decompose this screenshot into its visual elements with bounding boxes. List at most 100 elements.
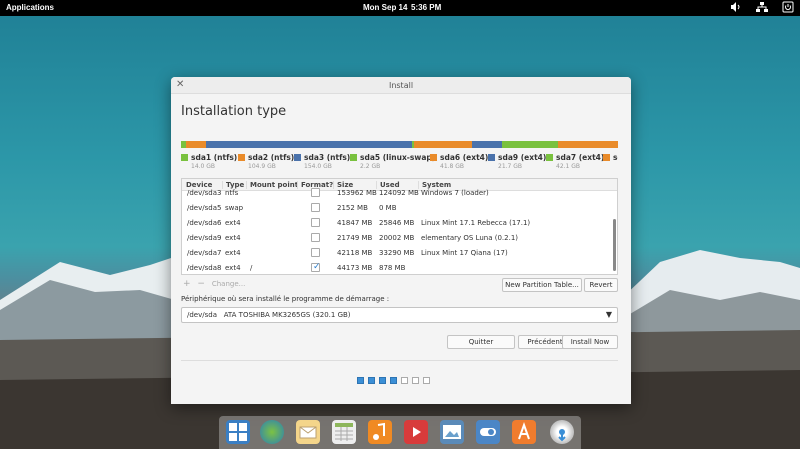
cell-size: 42118 MB [337,249,373,257]
remove-partition-button[interactable]: − [197,279,205,289]
cell-type: ntfs [225,189,239,197]
cell-used: 0 MB [379,204,397,212]
app-center-icon[interactable] [512,420,536,444]
calendar-icon[interactable] [332,420,356,444]
format-checkbox[interactable] [311,233,320,242]
cell-device: /dev/sda9 [187,234,222,242]
legend-size: 154.0 GB [304,163,332,170]
add-partition-button[interactable]: + [183,279,191,289]
applications-menu[interactable]: Applications [6,3,54,12]
cell-device: /dev/sda7 [187,249,222,257]
window-title: Install [388,81,414,90]
legend-name: sda1 (ntfs) [191,153,238,162]
cell-system: Linux Mint 17 Qiana (17) [421,249,508,257]
legend-size: 42.1 GB [556,163,581,170]
cell-size: 21749 MB [337,234,373,242]
step-indicator [368,377,375,384]
format-checkbox[interactable] [311,262,321,272]
legend-name: sda3 (ntfs) [304,153,351,162]
settings-icon[interactable] [476,420,500,444]
boot-device-value: /dev/sda ATA TOSHIBA MK3265GS (320.1 GB) [187,311,351,319]
photos-icon[interactable] [440,420,464,444]
power-icon[interactable] [782,1,794,14]
cell-type: ext4 [225,234,241,242]
music-icon[interactable] [368,420,392,444]
boot-loader-label: Périphérique où sera installé le program… [181,295,390,303]
partition-table[interactable]: Device Type Mount point Format? Size Use… [181,178,618,275]
partition-segment [558,141,618,148]
install-now-button[interactable]: Install Now [562,335,618,349]
chevron-down-icon: ▼ [605,310,612,319]
partition-segment [206,141,412,148]
multitasking-view-icon[interactable] [226,420,250,444]
legend-swatch [488,154,495,161]
cell-type: swap [225,204,244,212]
cell-size: 41847 MB [337,219,373,227]
step-indicator [401,377,408,384]
legend-name: sda9 (ext4) [498,153,547,162]
table-row[interactable]: /dev/sda6 ext4 41847 MB 25846 MB Linux M… [182,216,612,231]
step-indicator [423,377,430,384]
page-title: Installation type [181,104,287,119]
partition-bar [181,141,618,148]
table-row[interactable]: /dev/sda8 ext4 / 44173 MB 878 MB [182,261,612,274]
format-checkbox[interactable] [311,248,320,257]
partition-segment [472,141,502,148]
videos-icon[interactable] [404,420,428,444]
cell-device: /dev/sda5 [187,204,222,212]
quit-button[interactable]: Quitter [447,335,515,349]
cell-used: 878 MB [379,264,406,272]
legend-size: 104.9 GB [248,163,276,170]
boot-device-path: /dev/sda [187,311,217,319]
cell-system: Windows 7 (loader) [421,189,489,197]
format-checkbox[interactable] [311,203,320,212]
partition-segment [502,141,558,148]
cell-type: ext4 [225,219,241,227]
web-browser-icon[interactable] [260,420,284,444]
legend-size: 2.2 GB [360,163,381,170]
legend-swatch [238,154,245,161]
cell-device: /dev/sda6 [187,219,222,227]
format-checkbox[interactable] [311,188,320,197]
legend-name: sda5 (linux-swap) [360,153,436,162]
legend-name: sda7 (ext4) [556,153,605,162]
cell-size: 44173 MB [337,264,373,272]
top-panel: Applications Mon Sep 14 5:36 PM [0,0,800,16]
legend-swatch [350,154,357,161]
legend-swatch [546,154,553,161]
cell-mount: / [250,264,253,272]
panel-time[interactable]: 5:36 PM [411,3,441,12]
legend-swatch [294,154,301,161]
boot-device-description: ATA TOSHIBA MK3265GS (320.1 GB) [223,311,351,319]
cell-used: 33290 MB [379,249,415,257]
legend-swatch [430,154,437,161]
step-indicator [379,377,386,384]
format-checkbox[interactable] [311,218,320,227]
boot-device-select[interactable]: /dev/sda ATA TOSHIBA MK3265GS (320.1 GB)… [181,307,618,323]
installer-window: ✕ Install Installation type sda1 (ntfs) … [171,77,631,404]
table-row[interactable]: /dev/sda3 ntfs 153962 MB 124092 MB Windo… [182,186,612,201]
network-icon[interactable] [756,1,768,14]
new-partition-table-button[interactable]: New Partition Table... [502,278,582,292]
table-row[interactable]: /dev/sda9 ext4 21749 MB 20002 MB element… [182,231,612,246]
step-indicator [412,377,419,384]
step-indicator [390,377,397,384]
partition-tools: + − Change... [183,279,245,289]
progress-steps [357,377,430,384]
change-partition-button[interactable]: Change... [212,280,245,288]
cell-size: 2152 MB [337,204,368,212]
cell-device: /dev/sda3 [187,189,222,197]
volume-icon[interactable] [730,1,742,14]
table-scrollbar[interactable] [613,219,616,271]
partition-segment [186,141,206,148]
revert-button[interactable]: Revert [584,278,618,292]
install-icon[interactable] [550,420,574,444]
cell-system: elementary OS Luna (0.2.1) [421,234,519,242]
panel-date[interactable]: Mon Sep 14 [363,3,407,12]
cell-system: Linux Mint 17.1 Rebecca (17.1) [421,219,531,227]
table-row[interactable]: /dev/sda7 ext4 42118 MB 33290 MB Linux M… [182,246,612,261]
window-titlebar[interactable]: ✕ Install [171,77,631,94]
mail-icon[interactable] [296,420,320,444]
table-row[interactable]: /dev/sda5 swap 2152 MB 0 MB [182,201,612,216]
legend-name: sda2 (ntfs) [248,153,295,162]
